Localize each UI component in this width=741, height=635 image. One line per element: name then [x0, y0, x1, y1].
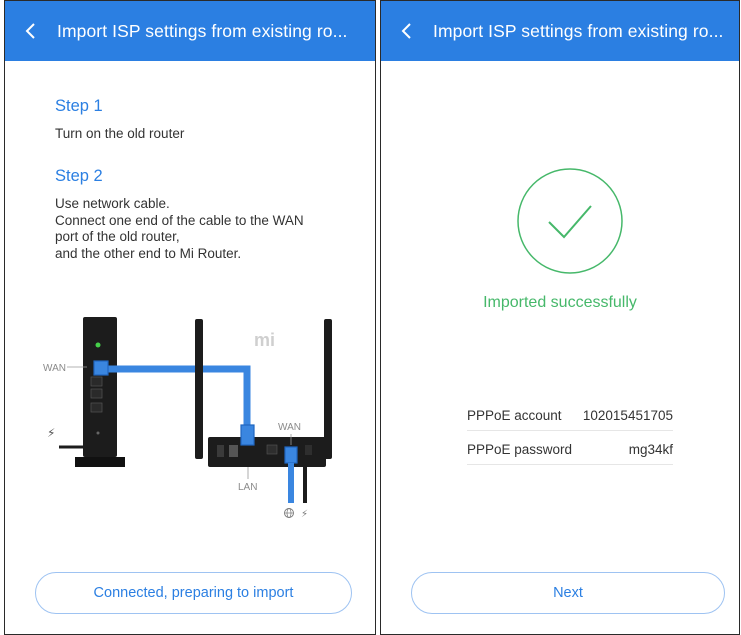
step2-line: and the other end to Mi Router. [55, 245, 242, 261]
pppoe-account-row: PPPoE account 102015451705 [467, 401, 673, 431]
old-router [59, 317, 125, 467]
step2-text: Use network cable. Connect one end of th… [55, 196, 351, 262]
cable-plug-old [93, 360, 109, 376]
cable-plug-lan [240, 424, 255, 446]
next-button[interactable]: Next [411, 572, 725, 614]
pppoe-password-row: PPPoE password mg34kf [467, 435, 673, 465]
back-button[interactable] [381, 1, 433, 61]
step2-title: Step 2 [55, 167, 103, 185]
left-screen: Import ISP settings from existing ro... … [4, 0, 376, 635]
antenna-left [195, 319, 203, 459]
step2-line: port of the old router, [55, 229, 180, 244]
globe-icon [284, 508, 294, 518]
wan-label-old: WAN [43, 363, 66, 374]
step2-line: Use network cable. [55, 196, 170, 211]
wan-label-new: WAN [278, 422, 301, 433]
back-button[interactable] [5, 1, 57, 61]
status-led [95, 342, 101, 348]
step1-title: Step 1 [55, 97, 103, 115]
import-status-text: Imported successfully [483, 294, 637, 311]
app-bar: Import ISP settings from existing ro... [5, 1, 375, 61]
right-screen: Import ISP settings from existing ro... … [380, 0, 740, 635]
step2-line: Connect one end of the cable to the WAN [55, 212, 304, 228]
pppoe-account-value: 102015451705 [582, 408, 673, 423]
page-title: Import ISP settings from existing ro... [57, 20, 348, 41]
chevron-left-icon [401, 23, 411, 39]
cable-plug-wan [284, 446, 298, 464]
success-check-icon [517, 168, 623, 274]
connected-prepare-import-button[interactable]: Connected, preparing to import [35, 572, 352, 614]
pppoe-account-label: PPPoE account [467, 408, 562, 423]
chevron-left-icon [25, 23, 35, 39]
power-icon-old: ⚡ [47, 426, 55, 440]
network-cable [101, 365, 251, 428]
pppoe-password-label: PPPoE password [467, 442, 573, 457]
step1-text: Turn on the old router [55, 126, 185, 141]
power-icon-new: ⚡ [301, 509, 308, 520]
pppoe-password-value: mg34kf [628, 442, 673, 457]
lan-label: LAN [238, 482, 257, 493]
page-title: Import ISP settings from existing ro... [433, 20, 724, 41]
router-connection-illustration: WAN ⚡ mi LAN WAN ⚡ [43, 317, 332, 520]
app-bar: Import ISP settings from existing ro... [381, 1, 739, 61]
mi-logo: mi [254, 330, 275, 350]
